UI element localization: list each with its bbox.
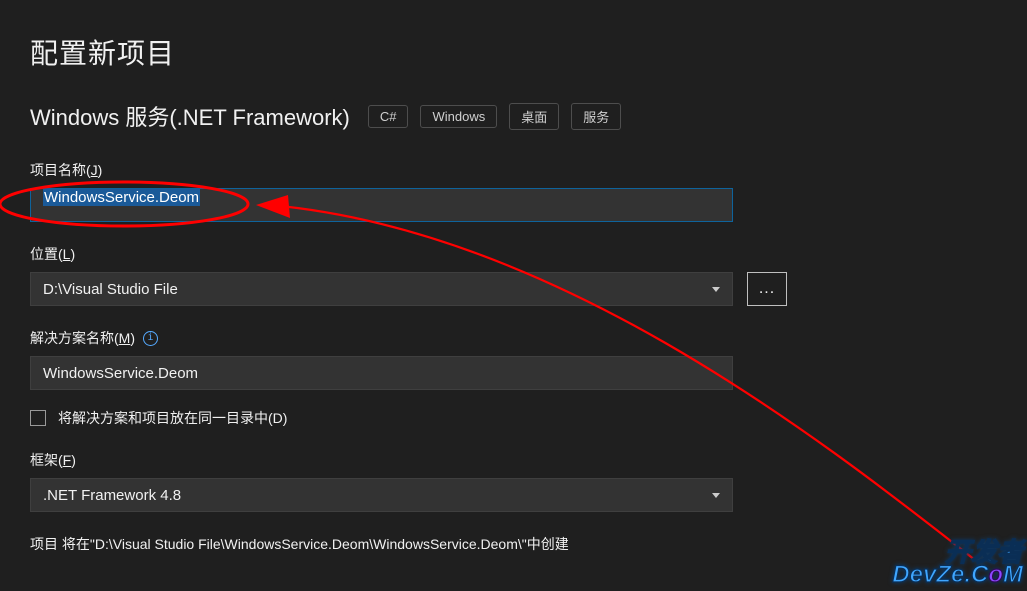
project-name-label: 项目名称(J) [30, 160, 997, 180]
label-text: ) [98, 162, 103, 178]
location-field: 位置(L) D:\Visual Studio File ... [30, 244, 997, 306]
label-hotkey: F [63, 452, 72, 468]
label-hotkey: J [91, 162, 98, 178]
location-dropdown[interactable]: D:\Visual Studio File [30, 272, 733, 306]
solution-name-input[interactable] [30, 356, 733, 390]
label-text: 解决方案名称( [30, 328, 119, 348]
label-text: ) [71, 452, 76, 468]
project-name-input[interactable]: WindowsService.Deom [30, 188, 733, 222]
project-path-note: 项目 将在"D:\Visual Studio File\WindowsServi… [30, 534, 997, 554]
same-directory-row: 将解决方案和项目放在同一目录中(D) [30, 408, 997, 428]
framework-dropdown[interactable]: .NET Framework 4.8 [30, 478, 733, 512]
framework-field: 框架(F) .NET Framework 4.8 [30, 450, 997, 512]
location-label: 位置(L) [30, 244, 997, 264]
page-title: 配置新项目 [30, 32, 997, 72]
label-text: 项目名称( [30, 160, 91, 180]
template-row: Windows 服务(.NET Framework) C# Windows 桌面… [30, 100, 997, 132]
label-text: 将解决方案和项目放在同一目录中( [58, 410, 273, 426]
solution-name-label: 解决方案名称(M) i [30, 328, 997, 348]
framework-label: 框架(F) [30, 450, 997, 470]
label-text: ) [70, 246, 75, 262]
template-tag: 桌面 [509, 103, 559, 130]
browse-button[interactable]: ... [747, 272, 787, 306]
chevron-down-icon [712, 493, 720, 498]
info-icon[interactable]: i [143, 331, 158, 346]
template-tag: C# [368, 105, 409, 128]
label-hotkey: L [63, 246, 71, 262]
same-directory-checkbox[interactable] [30, 410, 46, 426]
template-tag: Windows [420, 105, 497, 128]
label-text: 位置( [30, 244, 63, 264]
label-text: ) [283, 410, 288, 426]
template-name: Windows 服务(.NET Framework) [30, 100, 350, 132]
dropdown-value: D:\Visual Studio File [43, 281, 178, 298]
project-name-field: 项目名称(J) WindowsService.Deom [30, 160, 997, 222]
watermark-logo: 开发者 DevZe.CoM [892, 540, 1023, 587]
label-hotkey: D [273, 410, 283, 426]
chevron-down-icon [712, 287, 720, 292]
label-text: 框架( [30, 450, 63, 470]
label-hotkey: M [119, 330, 131, 346]
input-value: WindowsService.Deom [43, 189, 200, 206]
dropdown-value: .NET Framework 4.8 [43, 487, 181, 504]
dialog-body: 配置新项目 Windows 服务(.NET Framework) C# Wind… [0, 0, 1027, 554]
watermark-line2: DevZe.CoM [892, 564, 1023, 587]
label-text: ) [130, 330, 135, 346]
template-tag: 服务 [571, 103, 621, 130]
checkbox-label: 将解决方案和项目放在同一目录中(D) [58, 408, 287, 428]
solution-name-field: 解决方案名称(M) i 将解决方案和项目放在同一目录中(D) [30, 328, 997, 428]
